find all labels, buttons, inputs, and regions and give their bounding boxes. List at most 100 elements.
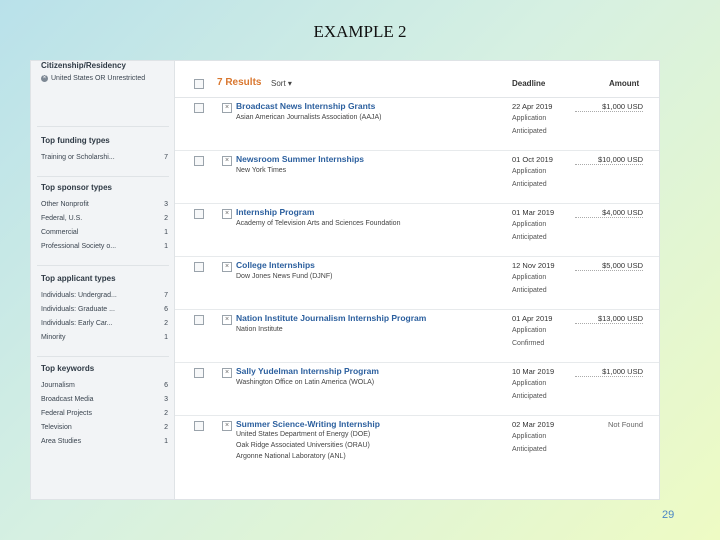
deadline-status: Anticipated [512,287,547,294]
keyword-item-count: 3 [164,396,168,403]
citizenship-filter-label: United States OR Unrestricted [51,75,146,82]
result-row: × Newsroom Summer Internships New York T… [175,151,659,204]
keywords-section: Top keywords Journalism 6 Broadcast Media… [41,364,171,449]
applicant-item[interactable]: Individuals: Undergrad... 7 [41,292,171,303]
result-row: × Nation Institute Journalism Internship… [175,310,659,363]
row-checkbox[interactable] [194,262,204,272]
opportunity-title-link[interactable]: Newsroom Summer Internships [236,154,364,164]
applicant-item[interactable]: Minority 1 [41,334,171,345]
remove-filter-icon[interactable]: × [41,75,48,82]
add-to-list-icon[interactable]: × [222,315,232,325]
sponsor-heading: Top sponsor types [41,183,112,192]
keyword-item[interactable]: Federal Projects 2 [41,410,171,421]
opportunity-title-link[interactable]: Broadcast News Internship Grants [236,101,375,111]
results-header: 7 Results Sort ▾ Deadline Amount [175,69,659,98]
row-checkbox[interactable] [194,209,204,219]
award-amount: $10,000 USD [575,155,643,165]
filter-sidebar: Citizenship/Residency × United States OR… [31,61,175,499]
sponsor-item-count: 1 [164,243,168,250]
amount-column-header[interactable]: Amount [609,79,639,88]
sponsor-name: New York Times [236,167,287,174]
sponsor-item[interactable]: Other Nonprofit 3 [41,201,171,212]
award-amount: $13,000 USD [575,314,643,324]
applicant-item-label: Individuals: Graduate ... [41,306,115,313]
deadline-type: Application [512,221,547,228]
sponsor-item[interactable]: Commercial 1 [41,229,171,240]
award-amount: $1,000 USD [575,367,643,377]
add-to-list-icon[interactable]: × [222,262,232,272]
deadline-date: 01 Apr 2019 [512,314,553,323]
keyword-item-count: 1 [164,438,168,445]
deadline-date: 01 Mar 2019 [512,208,555,217]
keyword-item-label: Federal Projects [41,410,92,417]
applicant-item-count: 6 [164,306,168,313]
row-checkbox[interactable] [194,421,204,431]
add-to-list-icon[interactable]: × [222,209,232,219]
row-checkbox[interactable] [194,315,204,325]
opportunity-title-link[interactable]: College Internships [236,260,315,270]
sponsor-item[interactable]: Federal, U.S. 2 [41,215,171,226]
select-all-checkbox[interactable] [194,79,204,89]
deadline-status: Anticipated [512,181,547,188]
citizenship-filter[interactable]: × United States OR Unrestricted [41,75,171,82]
row-checkbox[interactable] [194,368,204,378]
row-checkbox[interactable] [194,103,204,113]
deadline-type: Application [512,115,547,122]
results-panel: 7 Results Sort ▾ Deadline Amount × Broad… [175,61,659,499]
deadline-type: Application [512,168,547,175]
applicant-item-count: 7 [164,292,168,299]
citizenship-heading: Citizenship/Residency [41,61,126,70]
deadline-type: Application [512,274,547,281]
keyword-item-label: Area Studies [41,438,82,445]
page-number: 29 [662,509,675,521]
result-row: × Summer Science-Writing Internship Unit… [175,416,659,472]
keyword-item-count: 2 [164,410,168,417]
add-to-list-icon[interactable]: × [222,103,232,113]
deadline-status: Confirmed [512,340,545,347]
keyword-item[interactable]: Television 2 [41,424,171,435]
applicant-item[interactable]: Individuals: Graduate ... 6 [41,306,171,317]
keyword-item[interactable]: Area Studies 1 [41,438,171,449]
opportunity-title-link[interactable]: Internship Program [236,207,314,217]
sidebar-divider [37,126,169,127]
funding-section: Top funding types Training or Scholarshi… [41,136,171,165]
citizenship-section: Citizenship/Residency × United States OR… [41,61,171,82]
applicant-item-count: 2 [164,320,168,327]
opportunity-title-link[interactable]: Nation Institute Journalism Internship P… [236,313,426,323]
deadline-date: 10 Mar 2019 [512,367,555,376]
sponsor-name: Washington Office on Latin America (WOLA… [236,379,375,386]
deadline-status: Anticipated [512,128,547,135]
keyword-item-label: Broadcast Media [41,396,94,403]
applicant-section: Top applicant types Individuals: Undergr… [41,274,171,345]
opportunity-title-link[interactable]: Sally Yudelman Internship Program [236,366,379,376]
add-to-list-icon[interactable]: × [222,368,232,378]
slide-title: EXAMPLE 2 [313,22,407,41]
funding-heading: Top funding types [41,136,110,145]
result-row: × Sally Yudelman Internship Program Wash… [175,363,659,416]
sidebar-divider [37,265,169,266]
deadline-status: Anticipated [512,393,547,400]
sponsor-item[interactable]: Professional Society o... 1 [41,243,171,254]
deadline-date: 01 Oct 2019 [512,155,553,164]
sponsor-name: United States Department of Energy (DOE) [236,431,371,438]
row-checkbox[interactable] [194,156,204,166]
sponsor-item-count: 1 [164,229,168,236]
add-to-list-icon[interactable]: × [222,421,232,431]
opportunity-title-link[interactable]: Summer Science-Writing Internship [236,419,380,429]
sponsor-name: Asian American Journalists Association (… [236,114,382,121]
keyword-item[interactable]: Broadcast Media 3 [41,396,171,407]
applicant-item[interactable]: Individuals: Early Car... 2 [41,320,171,331]
funding-item[interactable]: Training or Scholarshi... 7 [41,154,171,165]
keyword-item[interactable]: Journalism 6 [41,382,171,393]
applicant-item-label: Minority [41,334,66,341]
award-amount: $4,000 USD [575,208,643,218]
add-to-list-icon[interactable]: × [222,156,232,166]
sponsor-section: Top sponsor types Other Nonprofit 3 Feder… [41,183,171,254]
sponsor-name: Oak Ridge Associated Universities (ORAU) [236,442,370,449]
deadline-column-header[interactable]: Deadline [512,79,545,88]
award-amount: $5,000 USD [575,261,643,271]
sort-dropdown[interactable]: Sort ▾ [271,79,292,88]
deadline-type: Application [512,327,547,334]
keyword-item-label: Television [41,424,72,431]
sidebar-divider [37,176,169,177]
